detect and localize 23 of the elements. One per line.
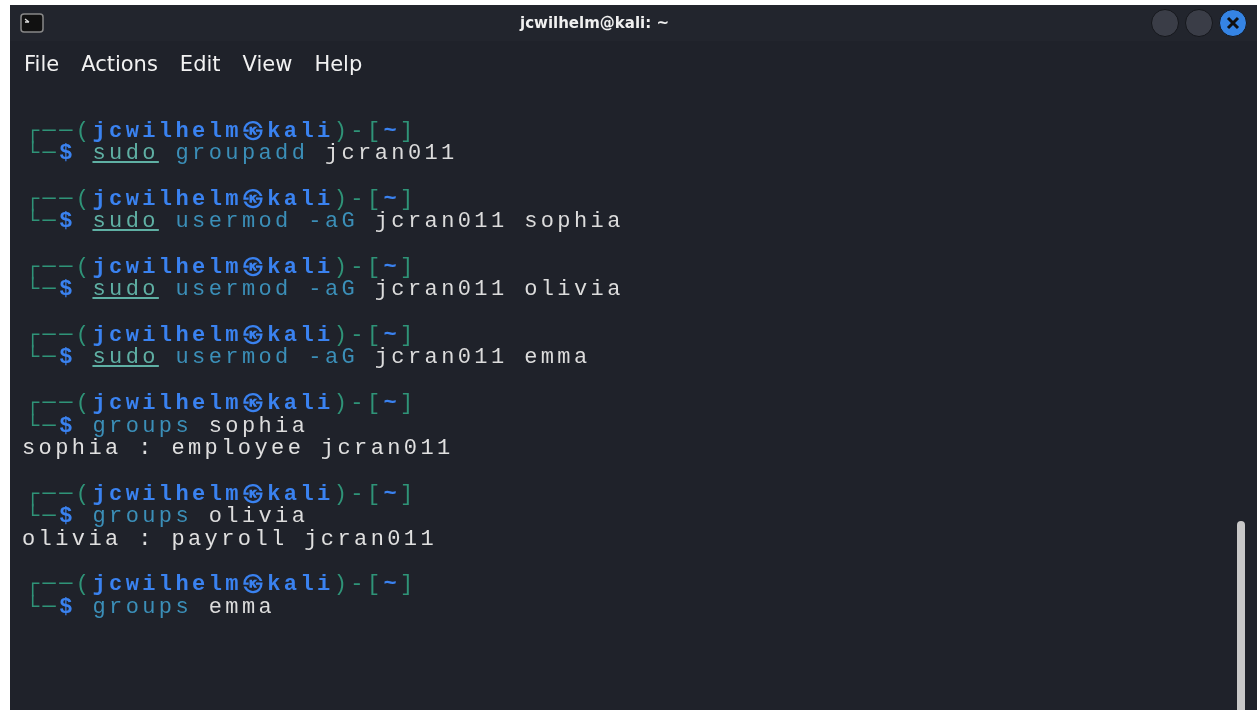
menu-item[interactable]: View [234, 47, 301, 83]
terminal-icon [20, 13, 44, 33]
menu-item[interactable]: Edit [171, 47, 229, 83]
command-line: └─$ groups sophia [26, 415, 310, 439]
minimize-button[interactable] [1151, 9, 1179, 37]
menu-item[interactable]: File [16, 47, 68, 83]
menu-item[interactable]: Help [306, 47, 371, 83]
window-title: jcwilhelm@kali: ~ [518, 12, 670, 34]
command-line: └─$ sudo usermod -aG jcran011 olivia [26, 279, 625, 303]
close-icon [1226, 16, 1240, 30]
maximize-button[interactable] [1185, 9, 1213, 37]
command-line: └─$ groups olivia [26, 506, 309, 530]
command-line: └─$ sudo groupadd jcran011 [26, 143, 459, 166]
output-line: sophia : employee jcran011 [22, 438, 455, 461]
menu-item[interactable]: Actions [73, 47, 166, 83]
scrollbar-thumb[interactable] [1237, 520, 1245, 710]
command-line: └─$ sudo usermod -aG jcran011 sophia [26, 211, 625, 234]
command-line: └─$ sudo usermod -aG jcran011 emma [26, 347, 592, 371]
prompt-line: ┌──(jcwilhelm㉿kali)-[~] [26, 574, 418, 598]
close-button[interactable] [1219, 9, 1247, 37]
prompt-line: ┌──(jcwilhelm㉿kali)-[~] [26, 392, 418, 416]
output-line: olivia : payroll jcran011 [22, 529, 439, 552]
command-line: └─$ groups emma [26, 597, 277, 620]
